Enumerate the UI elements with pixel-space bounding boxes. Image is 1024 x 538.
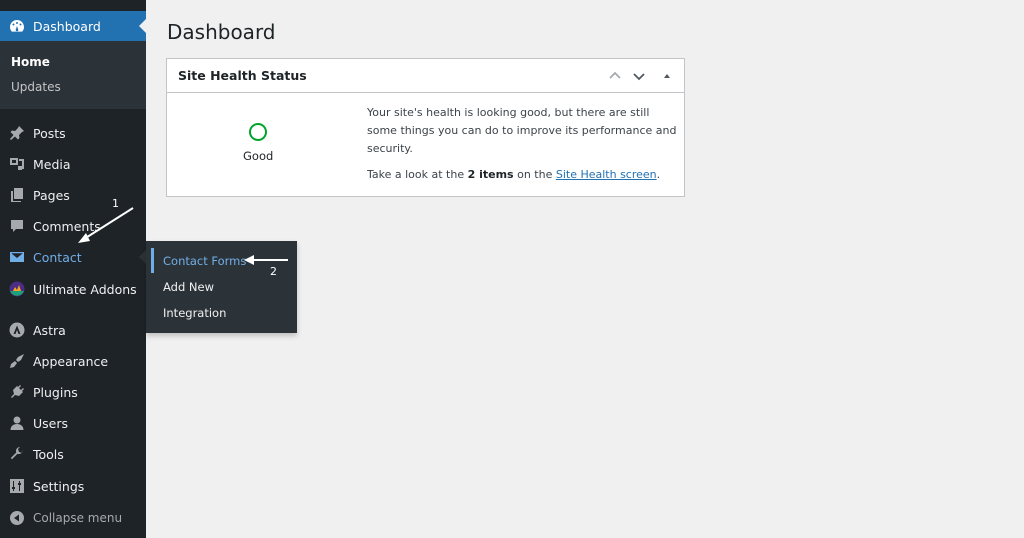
sidebar-item-label: Pages (33, 187, 70, 203)
site-health-widget: Site Health Status Good Your site's heal… (166, 58, 685, 197)
sidebar-item-label: Ultimate Addons (33, 281, 137, 297)
user-icon (9, 415, 25, 431)
admin-sidebar: Dashboard Home Updates Posts Media Pages… (0, 0, 146, 538)
sidebar-item-label: Contact (33, 249, 82, 265)
sidebar-item-label: Tools (33, 446, 64, 462)
paintbrush-icon (9, 353, 25, 369)
settings-sliders-icon (9, 478, 25, 494)
sidebar-item-label: Settings (33, 478, 85, 494)
health-message: Your site's health is looking good, but … (367, 106, 677, 155)
sidebar-item-label: Comments (33, 218, 101, 234)
contact-flyout-submenu: Contact Forms Add New Integration (146, 241, 297, 333)
sidebar-item-label: Posts (33, 125, 66, 141)
text-prefix: Take a look at the (367, 168, 468, 181)
sidebar-item-plugins[interactable]: Plugins (0, 377, 146, 407)
sidebar-item-users[interactable]: Users (0, 408, 146, 438)
widget-title: Site Health Status (178, 68, 307, 83)
ultimate-addons-icon (9, 281, 25, 297)
flyout-item-integration[interactable]: Integration (163, 306, 226, 320)
text-middle: on the (513, 168, 556, 181)
envelope-icon (9, 249, 25, 265)
pushpin-icon (9, 125, 25, 141)
site-health-screen-link[interactable]: Site Health screen (556, 168, 657, 181)
sidebar-item-tools[interactable]: Tools (0, 439, 146, 469)
sidebar-item-media[interactable]: Media (0, 149, 146, 179)
text-suffix: . (656, 168, 661, 181)
health-status-circle-icon (249, 123, 267, 141)
sidebar-item-astra[interactable]: Astra (0, 315, 146, 345)
comment-icon (9, 218, 25, 234)
sidebar-item-dashboard[interactable]: Dashboard (0, 11, 146, 41)
sidebar-item-label: Dashboard (33, 18, 101, 34)
astra-icon (9, 322, 25, 338)
items-count: 2 items (467, 168, 514, 181)
active-indicator (151, 248, 154, 273)
media-icon (9, 156, 25, 172)
sidebar-item-label: Astra (33, 322, 66, 338)
annotation-step-1: 1 (112, 197, 119, 210)
flyout-item-contact-forms[interactable]: Contact Forms (163, 254, 246, 268)
dashboard-submenu: Home Updates (0, 41, 146, 109)
annotation-step-2: 2 (270, 265, 277, 278)
submenu-item-home[interactable]: Home (11, 55, 50, 69)
page-title: Dashboard (167, 20, 276, 44)
flyout-item-add-new[interactable]: Add New (163, 280, 214, 294)
sidebar-item-posts[interactable]: Posts (0, 118, 146, 148)
sidebar-item-ultimate-addons[interactable]: Ultimate Addons (0, 274, 146, 304)
wrench-icon (9, 446, 25, 462)
pages-icon (9, 187, 25, 203)
health-items-message: Take a look at the 2 items on the Site H… (367, 168, 660, 181)
sidebar-item-appearance[interactable]: Appearance (0, 346, 146, 376)
collapse-menu-button[interactable]: Collapse menu (0, 503, 146, 533)
plug-icon (9, 384, 25, 400)
move-down-icon[interactable] (631, 68, 647, 84)
move-up-icon[interactable] (607, 68, 623, 84)
sidebar-item-pages[interactable]: Pages (0, 180, 146, 210)
health-status-label: Good (243, 149, 274, 163)
sidebar-item-label: Media (33, 156, 71, 172)
dashboard-gauge-icon (9, 18, 25, 34)
toggle-panel-icon[interactable] (659, 68, 675, 84)
sidebar-item-label: Appearance (33, 353, 109, 369)
sidebar-item-settings[interactable]: Settings (0, 471, 146, 501)
collapse-arrow-icon (9, 510, 25, 526)
collapse-menu-label: Collapse menu (33, 511, 123, 525)
sidebar-item-contact[interactable]: Contact (0, 242, 146, 272)
sidebar-item-label: Plugins (33, 384, 78, 400)
sidebar-item-label: Users (33, 415, 69, 431)
sidebar-item-comments[interactable]: Comments (0, 211, 146, 241)
widget-header: Site Health Status (167, 59, 684, 93)
annotation-arrow-2 (244, 255, 288, 265)
submenu-item-updates[interactable]: Updates (11, 80, 61, 94)
